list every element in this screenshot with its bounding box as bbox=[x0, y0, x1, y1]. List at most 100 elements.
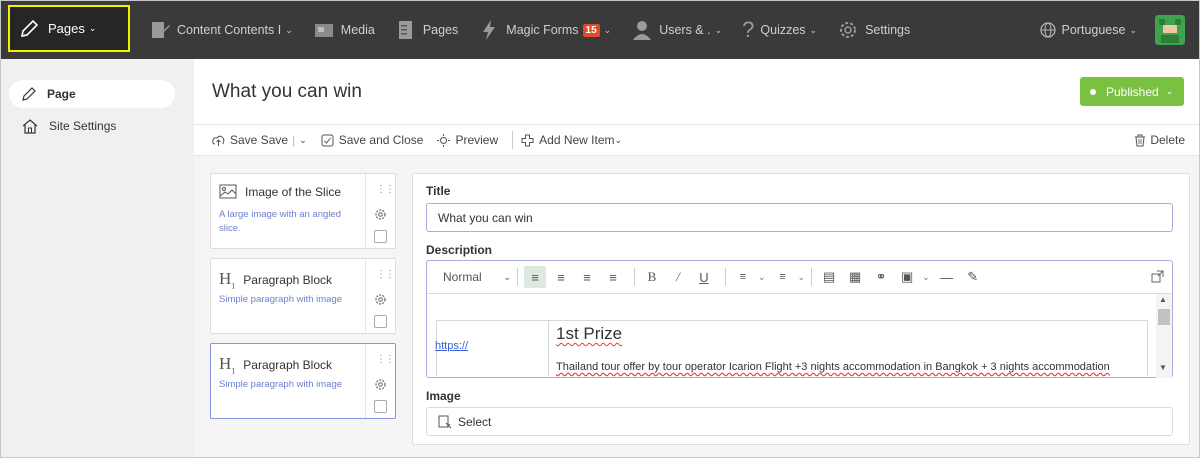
block-checkbox[interactable] bbox=[374, 400, 387, 413]
page-title: What you can win bbox=[212, 80, 362, 102]
notification-badge: 15 bbox=[582, 23, 600, 37]
content-link[interactable]: https:// bbox=[435, 340, 468, 352]
block-actions: ⋮⋮ bbox=[365, 259, 395, 333]
globe-icon bbox=[1039, 22, 1056, 38]
bold-icon[interactable]: B bbox=[641, 266, 663, 288]
block-title-label: Paragraph Block bbox=[243, 272, 332, 287]
language-label: Portuguese bbox=[1061, 23, 1126, 37]
nav-magic-forms-label: Magic Forms bbox=[506, 23, 579, 37]
italic-icon[interactable]: / bbox=[667, 266, 689, 288]
drag-handle-icon[interactable]: ⋮⋮ bbox=[376, 184, 395, 195]
block-item[interactable]: H1 Paragraph Block Simple paragraph with… bbox=[210, 258, 396, 334]
underline-icon[interactable]: U bbox=[693, 266, 715, 288]
sidebar-item-label: Site Settings bbox=[49, 119, 117, 133]
chevron-down-icon: ⌄ bbox=[714, 24, 723, 35]
trash-icon bbox=[1135, 134, 1146, 146]
nav-settings[interactable]: Settings bbox=[827, 1, 920, 59]
editor-scrollbar[interactable]: ▲ ▼ bbox=[1156, 294, 1172, 378]
preview-button[interactable]: Preview bbox=[437, 133, 498, 147]
block-item-selected[interactable]: H1 Paragraph Block Simple paragraph with… bbox=[210, 343, 396, 419]
table-icon[interactable]: ▦ bbox=[844, 266, 866, 288]
status-dropdown[interactable]: Published ⌄ bbox=[1080, 77, 1184, 106]
description-editor[interactable]: Normal ⌄ ≡ ≡ ≡ ≡ B / U ≡ ⌄ ≡ ⌄ ▤ ▦ ⚭ ▣ ⌄… bbox=[426, 260, 1173, 378]
block-checkbox[interactable] bbox=[374, 315, 387, 328]
nav-quizzes[interactable]: ? Quizzes ⌄ bbox=[732, 1, 827, 59]
save-close-icon bbox=[321, 134, 334, 146]
gear-icon[interactable] bbox=[374, 378, 387, 391]
gear-icon[interactable] bbox=[374, 208, 387, 221]
link-icon[interactable]: ⚭ bbox=[870, 266, 892, 288]
chevron-down-icon: ⌄ bbox=[1165, 86, 1174, 96]
block-checkbox[interactable] bbox=[374, 230, 387, 243]
nav-users[interactable]: Users & . ⌄ bbox=[621, 1, 732, 59]
block-item[interactable]: Image of the Slice A large image with an… bbox=[210, 173, 396, 249]
pages-menu-label: Pages bbox=[48, 21, 85, 36]
content-heading-text: 1st Prize bbox=[556, 324, 623, 343]
clear-format-icon[interactable]: ✎ bbox=[962, 266, 984, 288]
toolbar-divider bbox=[512, 131, 514, 149]
toolbar-divider bbox=[634, 268, 635, 286]
delete-button[interactable]: Delete bbox=[1134, 133, 1185, 147]
content-heading: 1st Prize bbox=[556, 324, 622, 344]
block-title: H1 Paragraph Block bbox=[219, 354, 332, 375]
toolbar-divider bbox=[517, 268, 518, 286]
paragraph-block-icon[interactable]: ▤ bbox=[818, 266, 840, 288]
drag-handle-icon[interactable]: ⋮⋮ bbox=[376, 354, 395, 365]
block-description: Simple paragraph with image bbox=[219, 294, 343, 305]
sidebar-item-label: Page bbox=[47, 87, 76, 101]
title-bar: What you can win bbox=[194, 59, 1199, 125]
save-button[interactable]: Save Save | ⌄ bbox=[212, 133, 307, 147]
save-and-close-button[interactable]: Save and Close bbox=[321, 133, 423, 147]
chevron-down-icon[interactable]: ⌄ bbox=[299, 135, 307, 146]
scroll-down-icon[interactable]: ▼ bbox=[1159, 363, 1167, 372]
nav-magic-forms[interactable]: Magic Forms 15 ⌄ bbox=[468, 1, 621, 59]
drag-handle-icon[interactable]: ⋮⋮ bbox=[376, 269, 395, 280]
chevron-down-icon: ⌄ bbox=[809, 24, 818, 35]
chevron-down-icon[interactable]: ⌄ bbox=[758, 272, 766, 283]
align-center-icon[interactable]: ≡ bbox=[550, 266, 572, 288]
scrollbar-thumb[interactable] bbox=[1158, 309, 1170, 325]
gear-icon[interactable] bbox=[374, 293, 387, 306]
fullscreen-icon[interactable] bbox=[1151, 270, 1164, 283]
format-select[interactable]: Normal ⌄ bbox=[443, 270, 511, 284]
description-field-label: Description bbox=[426, 243, 493, 257]
lightning-icon bbox=[483, 20, 496, 40]
toolbar-divider bbox=[725, 268, 726, 286]
nav-media[interactable]: Media bbox=[303, 1, 385, 59]
user-icon bbox=[633, 21, 652, 40]
avatar[interactable] bbox=[1155, 15, 1185, 45]
pencil-icon bbox=[20, 19, 39, 37]
language-selector[interactable]: Portuguese ⌄ bbox=[1030, 1, 1147, 59]
nav-pages[interactable]: Pages bbox=[385, 1, 468, 59]
nav-right: Portuguese ⌄ bbox=[1030, 1, 1199, 59]
insert-image-icon[interactable]: ▣ bbox=[896, 266, 918, 288]
cloud-upload-icon bbox=[212, 135, 225, 146]
status-label: Published bbox=[1106, 84, 1159, 99]
horizontal-rule-icon[interactable]: — bbox=[936, 266, 958, 288]
gear-icon bbox=[840, 22, 857, 38]
block-title-label: Image of the Slice bbox=[245, 184, 342, 199]
main-content: What you can win Published ⌄ Save Save |… bbox=[194, 59, 1199, 457]
image-icon bbox=[219, 184, 237, 199]
scroll-up-icon[interactable]: ▲ bbox=[1159, 295, 1167, 304]
nav-content[interactable]: Content Contents I ⌄ bbox=[139, 1, 303, 59]
editor-content[interactable]: https:// 1st Prize Thailand tour offer b… bbox=[427, 294, 1172, 378]
bullet-list-icon[interactable]: ≡ bbox=[772, 266, 794, 288]
add-new-item-button[interactable]: Add New Item ⌄ bbox=[521, 133, 622, 147]
home-icon bbox=[22, 119, 38, 134]
align-left-icon[interactable]: ≡ bbox=[524, 266, 546, 288]
align-justify-icon[interactable]: ≡ bbox=[602, 266, 624, 288]
chevron-down-icon[interactable]: ⌄ bbox=[922, 272, 930, 283]
content-paragraph: Thailand tour offer by tour operator Ica… bbox=[556, 361, 1110, 373]
pages-menu-button[interactable]: Pages ⌄ bbox=[8, 5, 130, 52]
question-icon: ? bbox=[742, 17, 755, 42]
sidebar-item-page[interactable]: Page bbox=[9, 80, 175, 108]
sidebar-item-site-settings[interactable]: Site Settings bbox=[9, 112, 175, 140]
align-right-icon[interactable]: ≡ bbox=[576, 266, 598, 288]
title-input[interactable]: What you can win bbox=[426, 203, 1173, 232]
ordered-list-icon[interactable]: ≡ bbox=[732, 266, 754, 288]
chevron-down-icon: ⌄ bbox=[88, 23, 97, 33]
chevron-down-icon[interactable]: ⌄ bbox=[798, 272, 806, 283]
image-select-button[interactable]: Select bbox=[426, 407, 1173, 436]
chevron-down-icon: ⌄ bbox=[614, 134, 623, 145]
